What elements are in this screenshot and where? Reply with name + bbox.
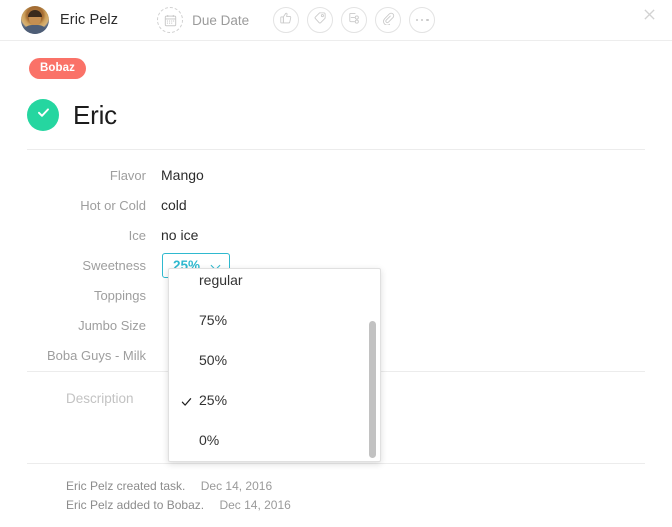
- due-date-button[interactable]: Due Date: [157, 7, 249, 33]
- like-icon: [279, 11, 293, 30]
- dropdown-option-50[interactable]: 50%: [169, 340, 380, 380]
- activity-log: Eric Pelz created task. Dec 14, 2016 Eri…: [66, 479, 291, 517]
- field-label: Boba Guys - Milk: [47, 347, 146, 363]
- due-date-label: Due Date: [192, 12, 250, 28]
- field-label: Flavor: [109, 167, 146, 183]
- subtask-icon: [347, 11, 361, 30]
- calendar-icon: [157, 7, 184, 33]
- activity-date: Dec 14, 2016: [219, 498, 291, 512]
- subtask-button[interactable]: [341, 7, 368, 33]
- like-button[interactable]: [273, 7, 300, 33]
- header-actions: [273, 7, 443, 33]
- activity-item: Eric Pelz added to Bobaz. Dec 14, 2016: [66, 498, 291, 512]
- dropdown-option-0[interactable]: 0%: [169, 420, 380, 460]
- dropdown-scrollbar[interactable]: [367, 271, 378, 459]
- dropdown-option-regular[interactable]: regular: [169, 269, 380, 300]
- dropdown-option-label: 0%: [199, 432, 220, 448]
- more-icon: [415, 18, 429, 22]
- field-row-hot-or-cold: Hot or Cold cold: [0, 190, 672, 220]
- field-label: Jumbo Size: [78, 317, 146, 333]
- dropdown-option-75[interactable]: 75%: [169, 300, 380, 340]
- dropdown-scroll-area[interactable]: regular 75% 50% 25% 0%: [169, 269, 380, 461]
- field-value[interactable]: no ice: [161, 227, 198, 243]
- tag-button[interactable]: [307, 7, 334, 33]
- activity-date: Dec 14, 2016: [200, 479, 273, 493]
- assignee-name[interactable]: Eric Pelz: [60, 12, 118, 28]
- dropdown-scrollbar-thumb[interactable]: [369, 321, 376, 458]
- attachment-icon: [381, 11, 395, 30]
- field-value[interactable]: Mango: [161, 167, 204, 183]
- close-icon: [643, 8, 656, 25]
- check-icon: [35, 104, 52, 126]
- field-label: Ice: [128, 227, 146, 243]
- avatar[interactable]: [21, 6, 49, 34]
- description-input[interactable]: Description: [66, 391, 134, 406]
- close-button[interactable]: [638, 5, 660, 27]
- dropdown-option-label: 25%: [199, 392, 228, 408]
- field-value[interactable]: cold: [161, 197, 187, 213]
- divider-top: [27, 149, 645, 150]
- dropdown-option-label: 50%: [199, 352, 228, 368]
- avatar-hair: [28, 9, 42, 17]
- attachment-button[interactable]: [375, 7, 402, 33]
- avatar-body: [22, 25, 48, 34]
- dropdown-option-label: 75%: [199, 312, 228, 328]
- field-row-flavor: Flavor Mango: [0, 160, 672, 190]
- checkmark-icon: [181, 395, 192, 406]
- more-button[interactable]: [409, 7, 436, 33]
- task-detail-panel: Eric Pelz Due Date Bobaz Eric Flavor Man…: [0, 0, 672, 527]
- dropdown-option-label: regular: [199, 272, 243, 288]
- field-label: Hot or Cold: [80, 197, 146, 213]
- task-title-row: Eric: [27, 99, 117, 131]
- sweetness-dropdown-menu[interactable]: regular 75% 50% 25% 0%: [168, 268, 381, 462]
- header-divider: [0, 40, 672, 41]
- dropdown-option-25[interactable]: 25%: [169, 380, 380, 420]
- project-tag[interactable]: Bobaz: [29, 58, 86, 79]
- page-title[interactable]: Eric: [73, 100, 117, 131]
- divider-bottom: [27, 463, 645, 464]
- field-row-ice: Ice no ice: [0, 220, 672, 250]
- field-label: Toppings: [93, 287, 146, 303]
- activity-text: Eric Pelz added to Bobaz.: [66, 498, 205, 512]
- complete-task-button[interactable]: [27, 99, 59, 131]
- activity-text: Eric Pelz created task.: [66, 479, 186, 493]
- activity-item: Eric Pelz created task. Dec 14, 2016: [66, 479, 291, 493]
- panel-header: Eric Pelz Due Date: [0, 0, 672, 40]
- field-label: Sweetness: [82, 257, 146, 273]
- tag-icon: [313, 11, 327, 30]
